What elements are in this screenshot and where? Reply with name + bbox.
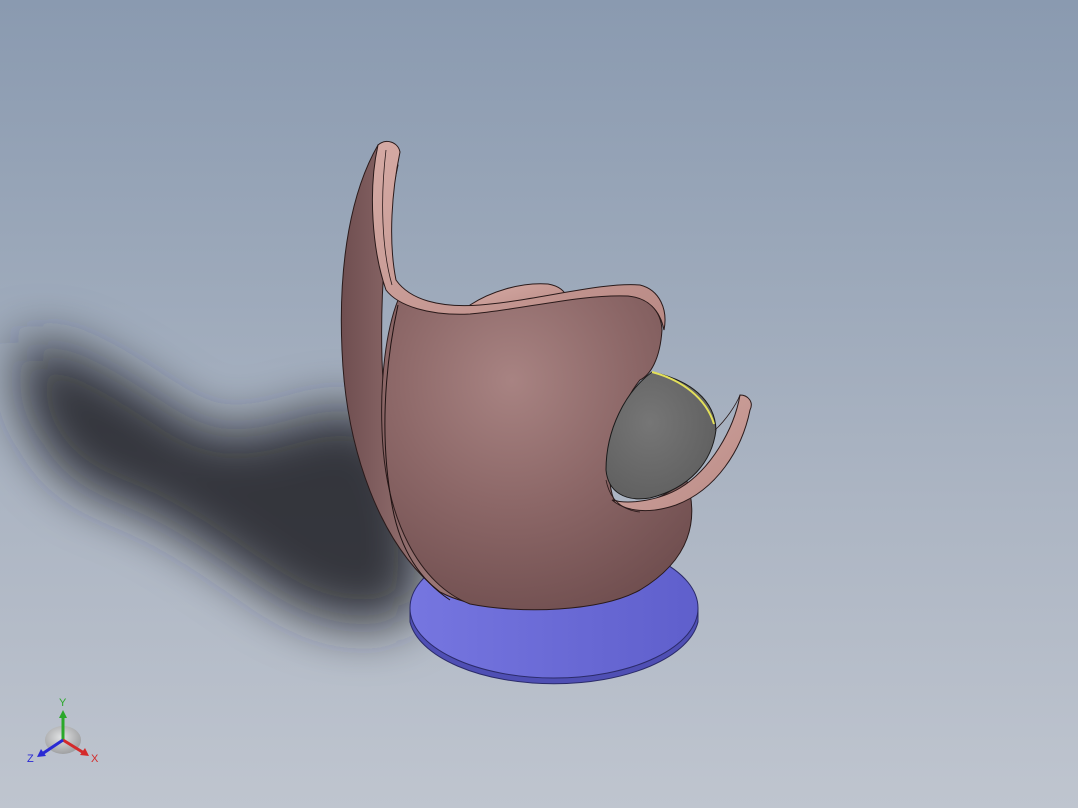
chair-shell[interactable]: [340, 144, 693, 611]
z-axis-label: Z: [27, 753, 34, 765]
x-axis-label: X: [91, 753, 99, 765]
model-view[interactable]: [0, 0, 1078, 808]
y-axis-label: Y: [59, 697, 67, 709]
graphics-viewport[interactable]: Y X Z: [0, 0, 1078, 808]
orientation-triad[interactable]: Y X Z: [22, 692, 106, 772]
y-axis-arrow: [59, 710, 67, 718]
